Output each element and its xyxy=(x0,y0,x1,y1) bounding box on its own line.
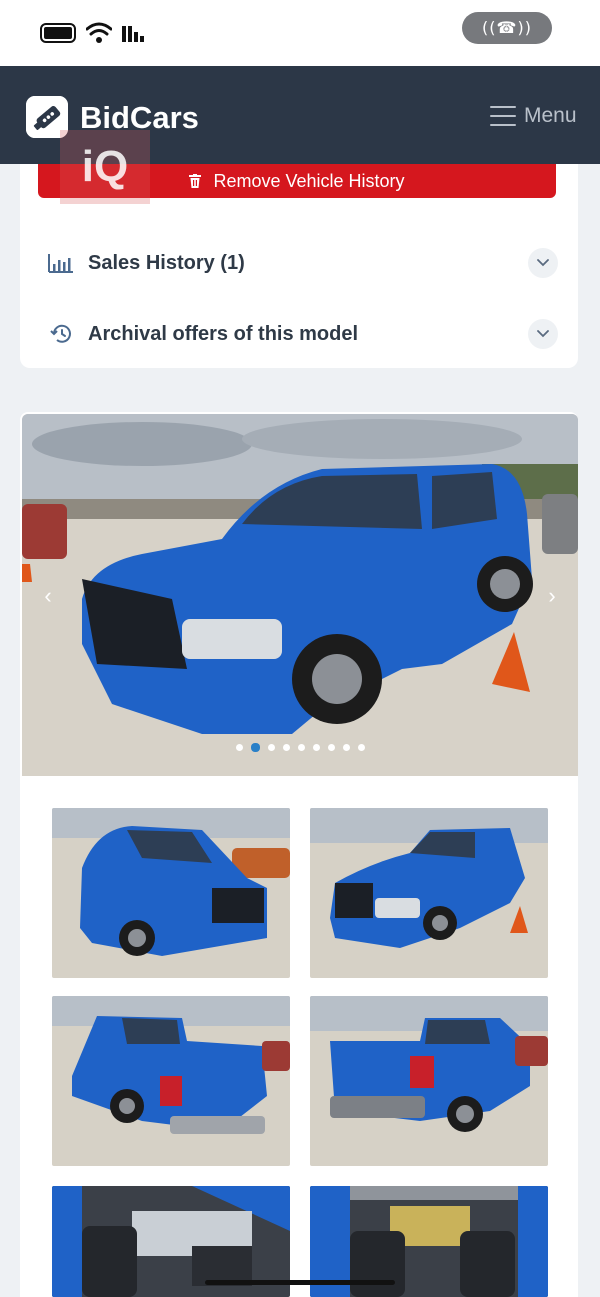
signal-icon xyxy=(122,24,144,42)
home-indicator[interactable] xyxy=(205,1280,395,1285)
photo-pagination xyxy=(22,743,578,752)
chevron-down-icon[interactable] xyxy=(528,248,558,278)
photo-gallery: ‹ › xyxy=(20,412,578,1297)
bar-chart-icon xyxy=(48,254,73,273)
watermark-logo: iQ xyxy=(60,130,150,204)
menu-label: Menu xyxy=(524,104,577,127)
pagination-dot[interactable] xyxy=(327,744,335,751)
thumbnail-photo[interactable] xyxy=(52,996,290,1166)
thumbnail-photo[interactable] xyxy=(310,808,548,978)
remove-vehicle-history-label: Remove Vehicle History xyxy=(213,170,405,191)
pagination-dot[interactable] xyxy=(282,744,290,751)
archival-offers-label: Archival offers of this model xyxy=(88,322,359,345)
pagination-dot[interactable] xyxy=(357,744,365,751)
previous-photo-arrow[interactable]: ‹ xyxy=(38,584,58,608)
status-icons xyxy=(40,22,144,44)
chevron-down-icon[interactable] xyxy=(528,319,558,349)
pagination-dot-active[interactable] xyxy=(250,743,260,752)
pagination-dot[interactable] xyxy=(312,744,320,751)
pagination-dot[interactable] xyxy=(342,744,350,751)
pagination-dot[interactable] xyxy=(267,744,275,751)
history-icon xyxy=(50,324,71,343)
archival-offers-toggle[interactable]: Archival offers of this model xyxy=(48,316,558,352)
thumbnail-photo[interactable] xyxy=(310,996,548,1166)
menu-button[interactable]: Menu xyxy=(490,96,577,136)
pagination-dot[interactable] xyxy=(235,744,243,751)
main-vehicle-photo[interactable]: ‹ › xyxy=(22,414,578,776)
hamburger-icon xyxy=(490,106,516,126)
trash-icon xyxy=(189,174,202,188)
battery-icon xyxy=(40,23,76,43)
next-photo-arrow[interactable]: › xyxy=(542,584,562,608)
status-bar: ((☎)) xyxy=(0,0,600,66)
thumbnail-photo[interactable] xyxy=(52,808,290,978)
pagination-dot[interactable] xyxy=(297,744,305,751)
wifi-icon xyxy=(86,22,112,43)
active-call-indicator[interactable]: ((☎)) xyxy=(462,12,552,44)
sales-history-toggle[interactable]: Sales History (1) xyxy=(48,245,558,281)
sales-history-label: Sales History (1) xyxy=(88,251,245,274)
